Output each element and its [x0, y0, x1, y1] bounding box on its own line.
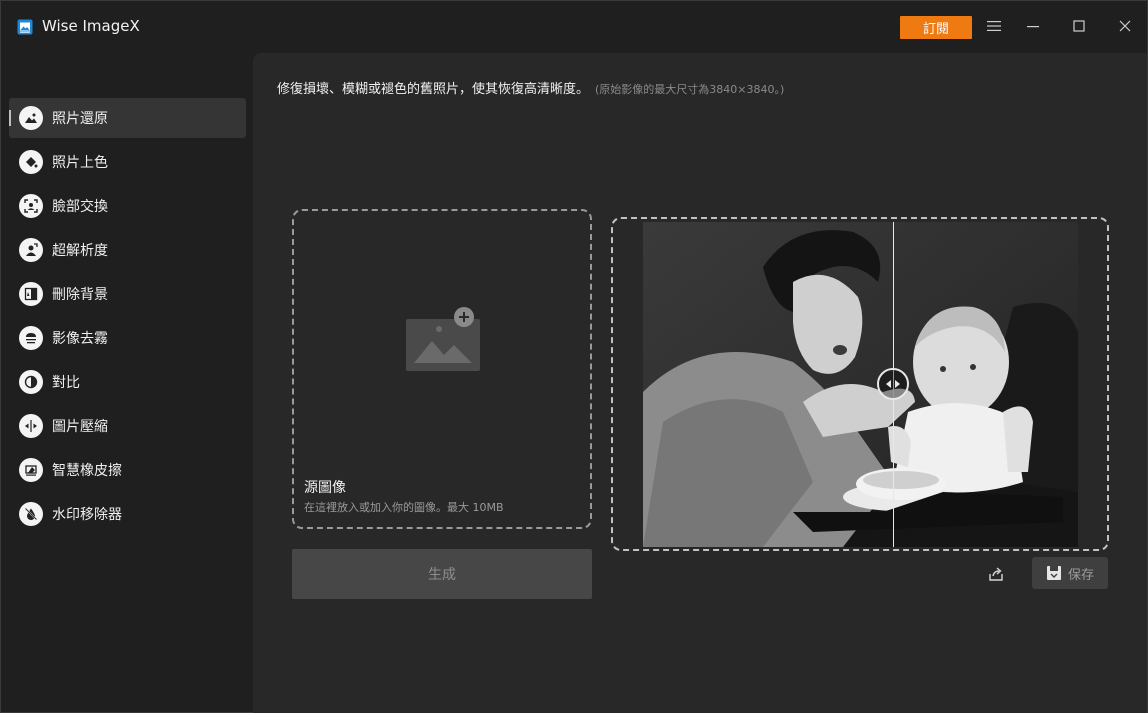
- sidebar-item-label: 超解析度: [52, 243, 108, 259]
- share-button[interactable]: [985, 563, 1007, 585]
- title-bar: Wise ImageX 訂閱: [1, 1, 1147, 53]
- sample-photo-image: [643, 222, 1078, 547]
- add-image-icon: [406, 307, 480, 371]
- app-window: Wise ImageX 訂閱 照片還原 照片上色 臉部交換 超解析度 刪除背景 …: [0, 0, 1148, 713]
- sidebar-item-compress[interactable]: 圖片壓縮: [9, 406, 246, 446]
- save-icon: [1046, 566, 1061, 580]
- sidebar-item-super-resolution[interactable]: 超解析度: [9, 230, 246, 270]
- super-resolution-icon: [19, 238, 43, 262]
- close-button[interactable]: [1115, 15, 1135, 37]
- comparison-slider-handle[interactable]: [877, 368, 909, 400]
- sidebar-item-label: 刪除背景: [52, 287, 108, 303]
- description-text: 修復損壞、模糊或褪色的舊照片，使其恢復高清晰度。: [277, 82, 590, 97]
- dropzone-subtitle: 在這裡放入或加入你的圖像。最大 10MB: [304, 501, 504, 514]
- minimize-icon: [1027, 26, 1039, 28]
- description-note: (原始影像的最大尺寸為3840×3840。): [595, 83, 785, 96]
- save-button[interactable]: 保存: [1032, 557, 1108, 589]
- source-image-dropzone[interactable]: 源圖像 在這裡放入或加入你的圖像。最大 10MB: [292, 209, 592, 529]
- face-swap-icon: [19, 194, 43, 218]
- app-title: Wise ImageX: [42, 17, 140, 35]
- save-button-label: 保存: [1067, 567, 1094, 583]
- menu-button[interactable]: [984, 15, 1004, 37]
- sidebar-item-contrast[interactable]: 對比: [9, 362, 246, 402]
- preview-photo: [643, 222, 1078, 547]
- generate-button[interactable]: 生成: [292, 549, 592, 599]
- sidebar: 照片還原 照片上色 臉部交換 超解析度 刪除背景 影像去霧 對比 圖片壓縮 智慧…: [1, 53, 253, 713]
- subscribe-button[interactable]: 訂閱: [900, 16, 972, 39]
- sidebar-item-photo-restore[interactable]: 照片還原: [9, 98, 246, 138]
- sidebar-item-colorize[interactable]: 照片上色: [9, 142, 246, 182]
- dropzone-title: 源圖像: [304, 480, 346, 496]
- preview-panel: [611, 217, 1109, 551]
- left-right-arrows-icon: [886, 380, 900, 388]
- sidebar-item-label: 照片上色: [52, 155, 108, 171]
- close-icon: [1119, 20, 1131, 32]
- share-icon: [989, 567, 1003, 581]
- dehaze-icon: [19, 326, 43, 350]
- main-panel: 修復損壞、模糊或褪色的舊照片，使其恢復高清晰度。 (原始影像的最大尺寸為3840×…: [253, 53, 1147, 713]
- watermark-remove-icon: [19, 502, 43, 526]
- sidebar-item-dehaze[interactable]: 影像去霧: [9, 318, 246, 358]
- hamburger-menu-icon: [987, 21, 1001, 31]
- sidebar-item-face-swap[interactable]: 臉部交換: [9, 186, 246, 226]
- paint-bucket-icon: [19, 150, 43, 174]
- active-indicator: [9, 110, 11, 126]
- maximize-icon: [1073, 20, 1085, 32]
- app-logo-icon: [17, 19, 33, 35]
- minimize-button[interactable]: [1023, 15, 1043, 37]
- sidebar-item-label: 圖片壓縮: [52, 419, 108, 435]
- sidebar-item-label: 對比: [52, 375, 80, 391]
- sidebar-item-remove-background[interactable]: 刪除背景: [9, 274, 246, 314]
- sidebar-item-watermark-remover[interactable]: 水印移除器: [9, 494, 246, 534]
- sidebar-item-label: 影像去霧: [52, 331, 108, 347]
- sidebar-item-smart-eraser[interactable]: 智慧橡皮擦: [9, 450, 246, 490]
- contrast-icon: [19, 370, 43, 394]
- page-description: 修復損壞、模糊或褪色的舊照片，使其恢復高清晰度。 (原始影像的最大尺寸為3840×…: [277, 78, 784, 97]
- remove-background-icon: [19, 282, 43, 306]
- compress-icon: [19, 414, 43, 438]
- sidebar-item-label: 智慧橡皮擦: [52, 463, 122, 479]
- sidebar-item-label: 水印移除器: [52, 507, 122, 523]
- eraser-icon: [19, 458, 43, 482]
- maximize-button[interactable]: [1069, 15, 1089, 37]
- sidebar-item-label: 照片還原: [52, 111, 108, 127]
- image-restore-icon: [19, 106, 43, 130]
- sidebar-item-label: 臉部交換: [52, 199, 108, 215]
